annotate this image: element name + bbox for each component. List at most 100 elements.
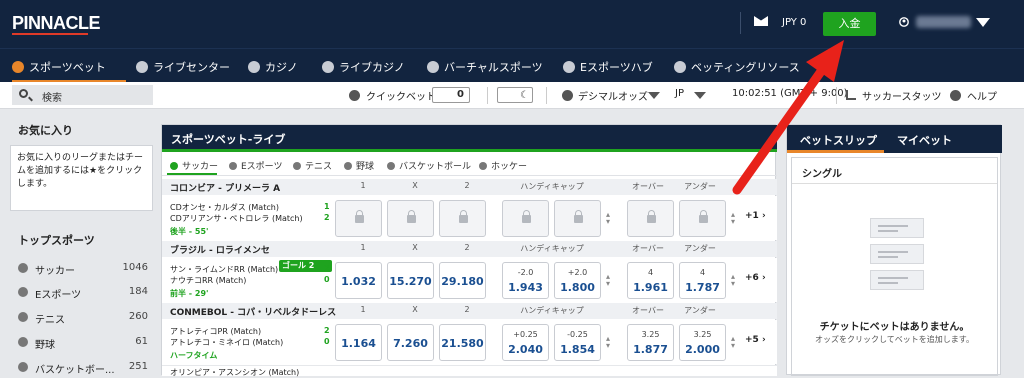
odds-button-1[interactable]: 1.032 [335, 262, 382, 299]
col-x: X [412, 181, 418, 190]
chevron-down-icon[interactable] [648, 92, 660, 99]
nav-item-virtual-sports[interactable]: バーチャルスポーツ [427, 59, 543, 75]
col-handicap: ハンディキャップ [520, 182, 584, 191]
home-team[interactable]: アトレティコPR (Match) [170, 326, 261, 337]
soccer-stats-link[interactable]: サッカースタッツ [862, 88, 942, 103]
username-blurred[interactable] [916, 16, 971, 28]
total-line: 3.25 [693, 330, 712, 339]
sport-count: 61 [135, 336, 148, 347]
nav-item-live-center[interactable]: ライブセンター [136, 59, 230, 75]
main-nav: スポーツベット ライブセンター カジノ ライブカジノ バーチャルスポーツ Eスポ… [0, 48, 1024, 83]
sidebar-item-tennis[interactable]: テニス 260 [18, 310, 148, 326]
odds-value: 1.854 [560, 343, 595, 356]
odds-button-x[interactable]: 15.270 [387, 262, 434, 299]
odds-value: 1.961 [633, 281, 668, 294]
logo[interactable]: PINNACLE [12, 13, 101, 34]
odds-value: 1.032 [341, 275, 376, 288]
tab-basketball[interactable]: バスケットボール [387, 159, 471, 172]
nav-item-live-casino[interactable]: ライブカジノ [322, 59, 405, 75]
nav-item-sports[interactable]: スポーツベット [12, 59, 106, 75]
odds-button-handicap-home[interactable]: -2.0 1.943 [502, 262, 549, 299]
tab-tennis[interactable]: テニス [293, 159, 332, 172]
odds-format-select[interactable]: デシマルオッズ [578, 88, 648, 103]
deposit-button[interactable]: 入金 [823, 12, 876, 36]
sport-name: 野球 [35, 340, 55, 351]
help-icon[interactable] [950, 90, 961, 101]
league-header[interactable]: コロンビア - プリメーラ A 1 X 2 ハンディキャップ オーバー アンダー [162, 179, 777, 195]
quick-bet-toggle[interactable]: 0 [432, 87, 470, 103]
league-header[interactable]: CONMEBOL - コパ・リベルタドーレス 1 X 2 ハンディキャップ オー… [162, 303, 777, 319]
home-team[interactable]: CDオンセ・カルダス (Match) [170, 202, 279, 213]
odds-button-over[interactable]: 4 1.961 [627, 262, 674, 299]
tab-hockey[interactable]: ホッケー [479, 159, 527, 172]
odds-button-under[interactable]: 3.25 2.000 [679, 324, 726, 361]
odds-button-over[interactable]: 3.25 1.877 [627, 324, 674, 361]
nav-item-esports-hub[interactable]: Eスポーツハブ [563, 59, 653, 75]
odds-button-2[interactable]: 21.580 [439, 324, 486, 361]
bar-chart-icon [846, 90, 856, 100]
more-markets-link[interactable]: +6 › [745, 273, 766, 283]
toolbar-divider [546, 87, 547, 104]
odds-button-x[interactable]: 7.260 [387, 324, 434, 361]
league-name: ブラジル - ロライメンセ [170, 246, 270, 256]
sort-arrows-icon[interactable]: ▴ ▾ [606, 211, 612, 226]
user-icon[interactable] [899, 17, 909, 27]
tab-bet-slip[interactable]: ベットスリップ [800, 132, 877, 148]
search-input[interactable]: 検索 [12, 85, 153, 105]
home-score: 2 [324, 326, 330, 335]
odds-button-under[interactable]: 4 1.787 [679, 262, 726, 299]
info-icon[interactable] [562, 90, 573, 101]
sidebar-item-baseball[interactable]: 野球 61 [18, 335, 148, 351]
odds-button-handicap-away[interactable]: -0.25 1.854 [554, 324, 601, 361]
home-score: 1 [324, 202, 330, 211]
odds-button-handicap-away[interactable]: +2.0 1.800 [554, 262, 601, 299]
bet-slip-body: シングル チケットにベットはありません。 オッズをクリックしてベットを追加します… [791, 157, 998, 376]
more-markets-count: +6 [745, 273, 759, 283]
match-time: ハーフタイム [170, 351, 218, 360]
odds-locked-handicap-home [502, 200, 549, 237]
chevron-down-icon[interactable] [976, 18, 990, 27]
col-2: 2 [464, 243, 470, 252]
away-team[interactable]: CDアリアンサ・ペトロレラ (Match) [170, 213, 303, 224]
sort-arrows-icon[interactable]: ▴ ▾ [606, 273, 612, 288]
sort-arrows-icon[interactable]: ▴ ▾ [606, 335, 612, 350]
tab-soccer[interactable]: サッカー [170, 159, 218, 172]
odds-button-1[interactable]: 1.164 [335, 324, 382, 361]
nav-item-betting-resources[interactable]: ベッティングリソース [674, 59, 800, 75]
sort-arrows-icon[interactable]: ▴ ▾ [731, 273, 737, 288]
col-x: X [412, 243, 418, 252]
help-link[interactable]: ヘルプ [967, 88, 997, 103]
league-header[interactable]: ブラジル - ロライメンセ 1 X 2 ハンディキャップ オーバー アンダー [162, 241, 777, 257]
mail-icon[interactable] [754, 16, 768, 26]
quick-bet-value: 0 [457, 89, 464, 100]
tab-baseball[interactable]: 野球 [344, 159, 374, 172]
dark-mode-toggle[interactable]: ☾ [497, 87, 533, 103]
more-markets-link[interactable]: +1 › [745, 211, 766, 221]
single-bet-label[interactable]: シングル [802, 165, 842, 180]
sort-arrows-icon[interactable]: ▴ ▾ [731, 335, 737, 350]
away-team[interactable]: アトレチコ・ミネイロ (Match) [170, 337, 283, 348]
away-team[interactable]: ナウチコRR (Match) [170, 275, 246, 286]
tab-esports[interactable]: Eスポーツ [229, 159, 283, 172]
soccer-ball-icon [18, 263, 28, 273]
nav-item-casino[interactable]: カジノ [248, 59, 298, 75]
odds-button-handicap-home[interactable]: +0.25 2.040 [502, 324, 549, 361]
more-markets-link[interactable]: +5 › [745, 335, 766, 345]
col-2: 2 [464, 305, 470, 314]
home-team[interactable]: サン・ライムンドRR (Match) [170, 264, 278, 275]
home-team[interactable]: オリンピア・アスンシオン (Match) [170, 367, 299, 378]
chevron-down-icon[interactable] [694, 92, 706, 99]
baseball-icon [344, 162, 352, 170]
sidebar-item-soccer[interactable]: サッカー 1046 [18, 261, 148, 277]
info-icon[interactable] [349, 90, 360, 101]
sidebar-item-basketball[interactable]: バスケットボー... 251 [18, 360, 148, 376]
tab-label: 野球 [356, 162, 375, 172]
toolbar: 検索 クイックベット 0 ☾ デシマルオッズ JP 10:02:51 (GMT … [0, 82, 1024, 109]
sidebar-item-esports[interactable]: Eスポーツ 184 [18, 285, 148, 301]
sport-name: Eスポーツ [35, 290, 82, 301]
language-select[interactable]: JP [675, 88, 684, 99]
odds-button-2[interactable]: 29.180 [439, 262, 486, 299]
sort-arrows-icon[interactable]: ▴ ▾ [731, 211, 737, 226]
tab-my-bets[interactable]: マイベット [897, 132, 952, 148]
col-under: アンダー [684, 182, 716, 191]
